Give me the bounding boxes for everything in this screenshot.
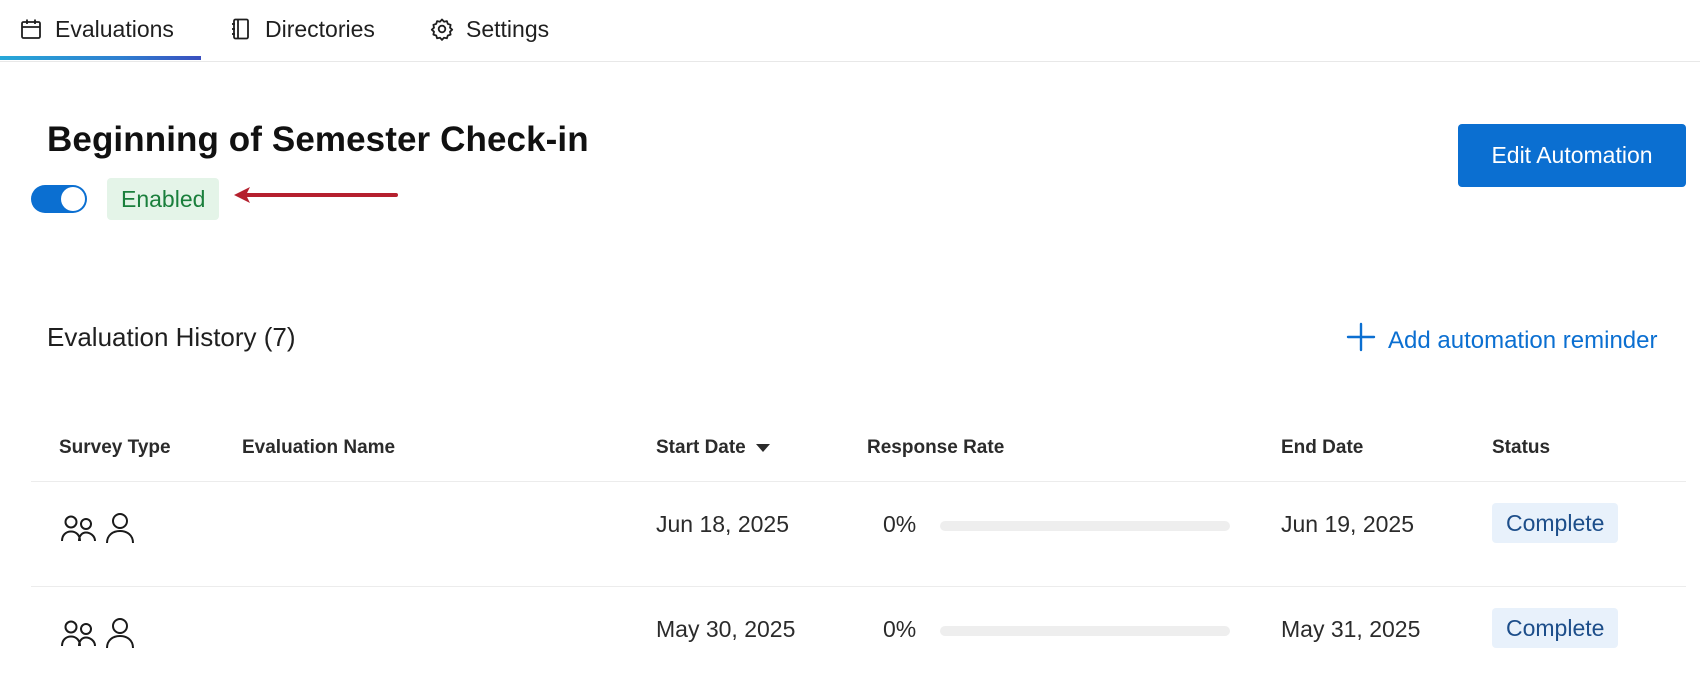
start-date: May 30, 2025 <box>656 616 796 642</box>
group-icon <box>61 512 97 549</box>
enabled-status-badge: Enabled <box>107 178 220 220</box>
column-header-survey-type: Survey Type <box>59 437 171 458</box>
gear-icon <box>430 17 454 41</box>
column-header-start-date[interactable]: Start Date <box>656 437 770 459</box>
top-nav: Evaluations Directories Settings <box>0 0 1700 62</box>
column-header-evaluation-name: Evaluation Name <box>242 437 396 458</box>
column-header-status: Status <box>1492 437 1551 458</box>
tab-directories[interactable]: Directories <box>229 0 375 58</box>
end-date: Jun 19, 2025 <box>1281 511 1415 537</box>
person-icon <box>105 512 135 549</box>
column-header-label: Start Date <box>656 437 746 458</box>
table-row[interactable]: May 30, 2025 0% May 31, 2025 Complete <box>0 587 1700 691</box>
tab-label: Evaluations <box>55 15 174 42</box>
person-icon <box>105 617 135 654</box>
column-header-response-rate: Response Rate <box>867 437 1005 458</box>
add-reminder-label: Add automation reminder <box>1388 326 1658 354</box>
status-badge: Complete <box>1492 608 1619 648</box>
start-date: Jun 18, 2025 <box>656 511 790 537</box>
response-rate-bar <box>940 626 1230 636</box>
survey-type-icons <box>61 512 135 549</box>
response-rate-bar <box>940 521 1230 531</box>
tab-evaluations[interactable]: Evaluations <box>19 0 174 58</box>
tab-label: Directories <box>265 15 375 42</box>
notebook-icon <box>229 17 253 41</box>
table-row[interactable]: Jun 18, 2025 0% Jun 19, 2025 Complete <box>0 482 1700 586</box>
page-title: Beginning of Semester Check-in <box>47 120 589 159</box>
annotation-arrow-icon <box>234 187 398 203</box>
active-tab-indicator <box>0 56 201 60</box>
add-reminder-button[interactable]: Add automation reminder <box>1346 322 1657 359</box>
response-rate-value: 0% <box>883 616 917 642</box>
sort-descending-icon <box>755 437 770 459</box>
plus-icon <box>1346 322 1376 359</box>
calendar-icon <box>19 17 43 41</box>
column-header-end-date: End Date <box>1281 437 1364 458</box>
status-badge: Complete <box>1492 503 1619 543</box>
group-icon <box>61 617 97 654</box>
edit-automation-button[interactable]: Edit Automation <box>1458 124 1686 187</box>
tab-settings[interactable]: Settings <box>430 0 549 58</box>
tab-label: Settings <box>466 15 550 42</box>
survey-type-icons <box>61 617 135 654</box>
section-title: Evaluation History (7) <box>47 322 296 352</box>
response-rate-value: 0% <box>883 511 917 537</box>
end-date: May 31, 2025 <box>1281 616 1421 642</box>
enabled-toggle[interactable] <box>31 185 87 213</box>
toggle-knob <box>61 187 85 211</box>
